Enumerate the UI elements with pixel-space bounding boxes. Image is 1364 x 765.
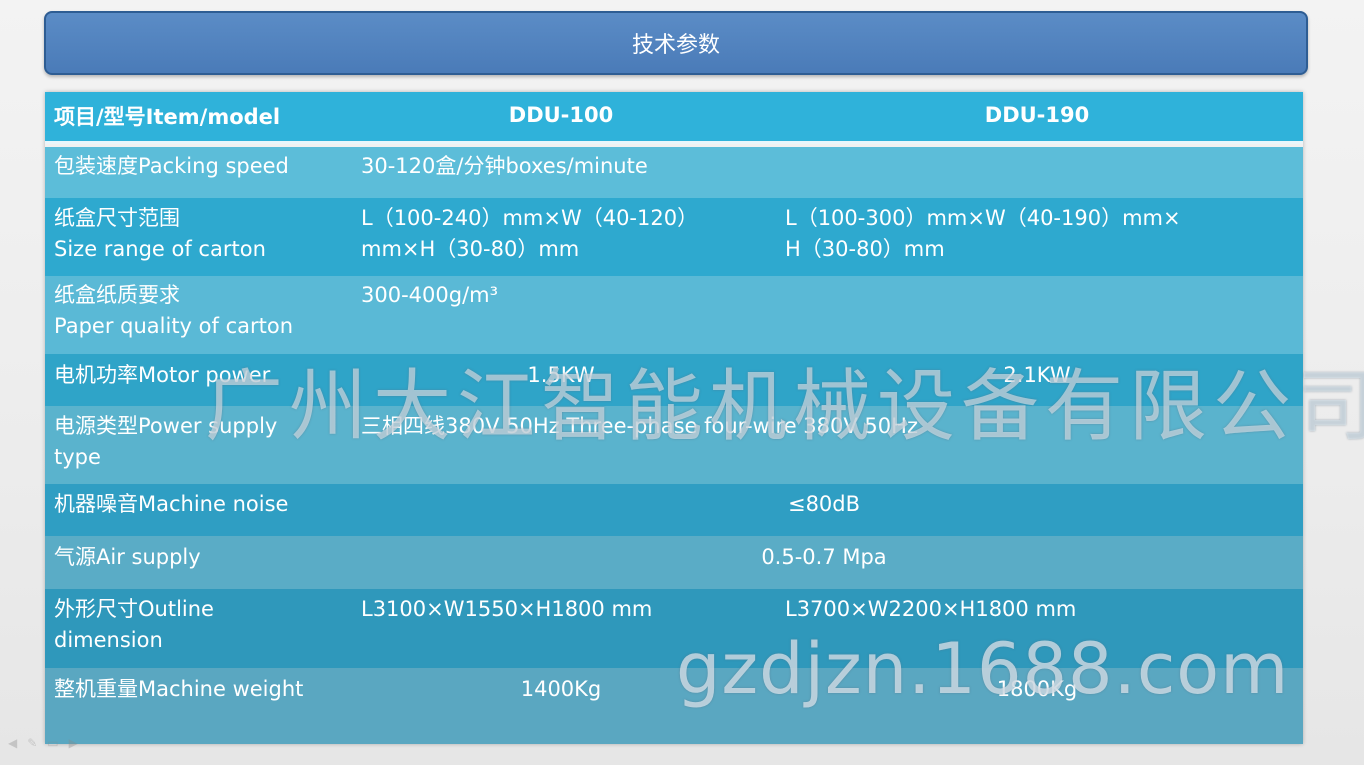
row-value-ddu100-line2: mm×H（30-80）mm	[361, 237, 580, 261]
page-title: 技术参数	[631, 33, 720, 58]
prev-icon[interactable]: ◀	[8, 736, 17, 750]
row-label: 外形尺寸Outline	[54, 597, 214, 621]
row-label: 纸盒尺寸范围	[54, 206, 180, 230]
row-label: 包装速度Packing speed	[54, 154, 289, 178]
row-value: 300-400g/m³	[361, 283, 499, 307]
table-row-paper-quality: 纸盒纸质要求 Paper quality of carton 300-400g/…	[45, 276, 1303, 354]
row-label-en: Paper quality of carton	[54, 314, 294, 338]
row-value: 三相四线380V 50Hz Three-phase four-wire 380V…	[361, 414, 918, 438]
table-row-packing-speed: 包装速度Packing speed 30-120盒/分钟boxes/minute	[45, 147, 1303, 198]
row-value-ddu100: 1400Kg	[520, 677, 602, 701]
header-item-model: 项目/型号Item/model	[54, 105, 281, 129]
row-label: 气源Air supply	[54, 545, 201, 569]
row-value-ddu100: L3100×W1550×H1800 mm	[361, 597, 653, 621]
row-label-en: Size range of carton	[54, 237, 266, 261]
slide-nav: ◀ ✎ ▭ ▶	[8, 736, 78, 750]
next-icon[interactable]: ▶	[69, 736, 78, 750]
table-row-air-supply: 气源Air supply 0.5-0.7 Mpa	[45, 536, 1303, 589]
row-label: 机器噪音Machine noise	[54, 492, 289, 516]
row-value: ≤80dB	[787, 492, 861, 516]
row-label: 电源类型Power supply	[54, 414, 278, 438]
row-value: 0.5-0.7 Mpa	[761, 545, 887, 569]
menu-icon[interactable]: ▭	[47, 736, 58, 750]
table-header-row: 项目/型号Item/model DDU-100 DDU-190	[45, 92, 1303, 144]
row-value-ddu190-line2: H（30-80）mm	[785, 237, 945, 261]
table-row-machine-weight: 整机重量Machine weight 1400Kg 1800Kg	[45, 668, 1303, 744]
row-value-ddu190: L3700×W2200×H1800 mm	[785, 597, 1077, 621]
row-label-en: type	[54, 445, 101, 469]
header-ddu-100: DDU-100	[508, 103, 614, 127]
row-value-ddu190: 2.1KW	[1003, 363, 1071, 387]
row-value-ddu190: 1800Kg	[996, 677, 1078, 701]
title-banner: 技术参数	[44, 11, 1308, 75]
row-label: 电机功率Motor power	[54, 363, 271, 387]
table-row-machine-noise: 机器噪音Machine noise ≤80dB	[45, 484, 1303, 536]
spec-table: 项目/型号Item/model DDU-100 DDU-190 包装速度Pack…	[45, 92, 1303, 744]
table-row-outline-dimension: 外形尺寸Outline dimension L3100×W1550×H1800 …	[45, 589, 1303, 668]
row-value: 30-120盒/分钟boxes/minute	[361, 154, 648, 178]
table-row-size-range: 纸盒尺寸范围 Size range of carton L（100-240）mm…	[45, 198, 1303, 276]
header-ddu-190: DDU-190	[984, 103, 1090, 127]
table-row-motor-power: 电机功率Motor power 1.5KW 2.1KW	[45, 354, 1303, 406]
row-value-ddu190: L（100-300）mm×W（40-190）mm×	[785, 206, 1181, 230]
row-label: 整机重量Machine weight	[54, 677, 304, 701]
pen-icon[interactable]: ✎	[27, 736, 37, 750]
table-row-power-supply: 电源类型Power supply type 三相四线380V 50Hz Thre…	[45, 406, 1303, 484]
row-value-ddu100: L（100-240）mm×W（40-120）	[361, 206, 699, 230]
row-label-en: dimension	[54, 628, 163, 652]
row-value-ddu100: 1.5KW	[527, 363, 595, 387]
row-label: 纸盒纸质要求	[54, 283, 180, 307]
